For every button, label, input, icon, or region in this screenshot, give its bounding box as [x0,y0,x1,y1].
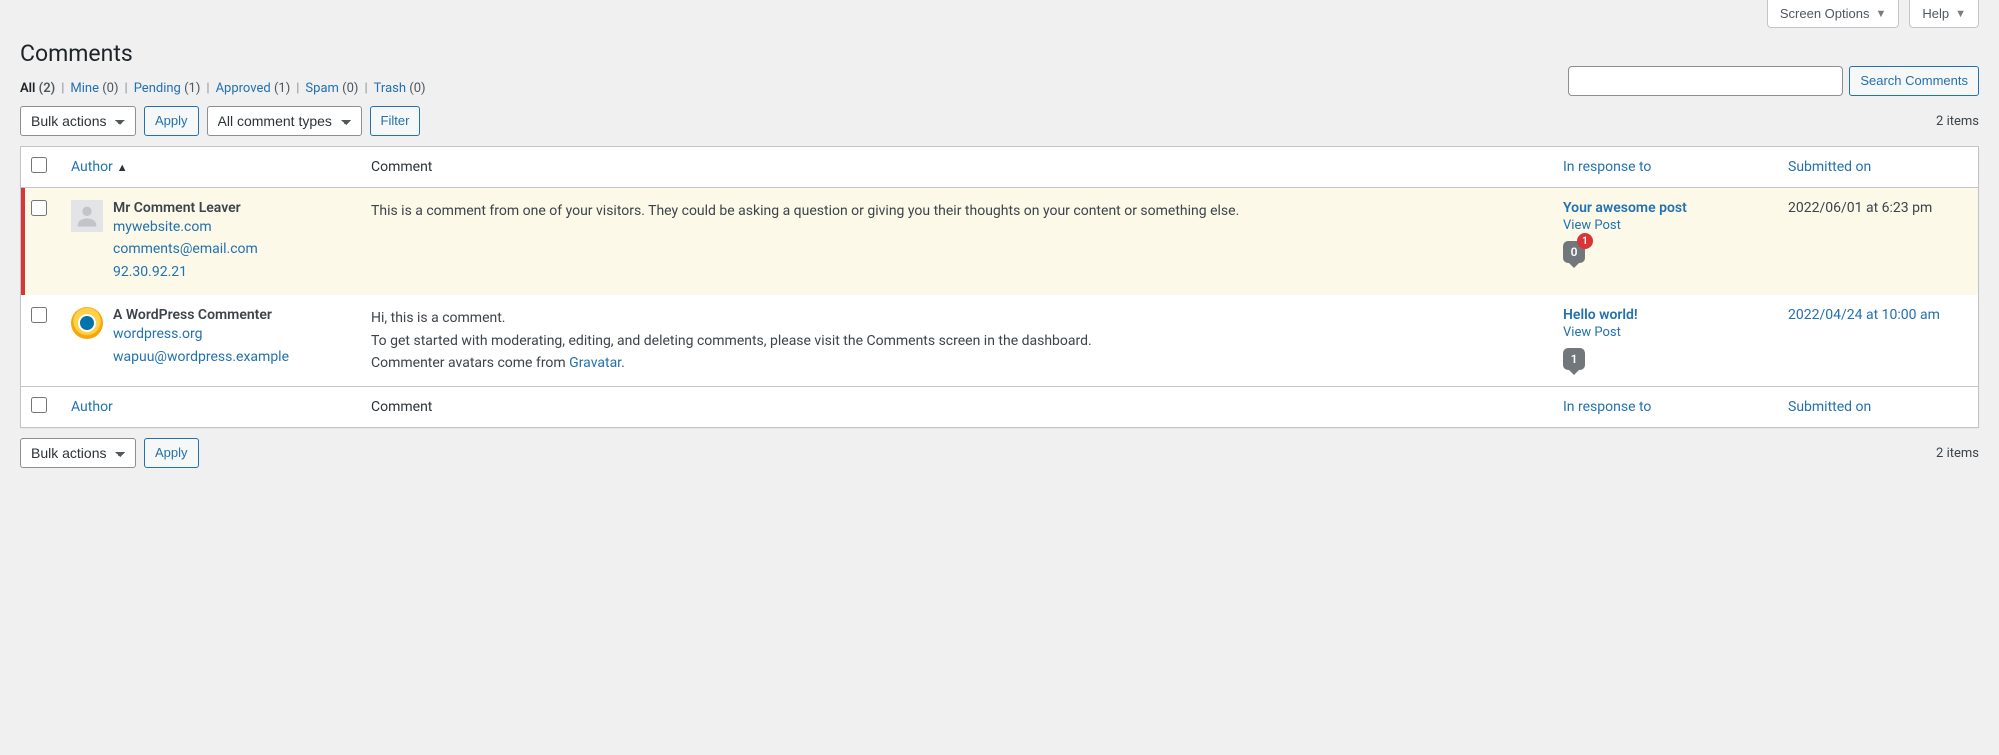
row-checkbox[interactable] [31,200,47,216]
filter-mine[interactable]: Mine [70,81,99,96]
filter-spam[interactable]: Spam [305,81,339,96]
select-all-checkbox[interactable] [31,397,47,413]
apply-button[interactable]: Apply [144,438,199,468]
filter-all[interactable]: All (2) [20,81,55,96]
chevron-down-icon: ▼ [1875,8,1886,20]
search-input[interactable] [1568,66,1843,96]
bulk-actions-select[interactable]: Bulk actions [20,438,136,468]
pending-badge: 1 [1577,233,1593,249]
col-comment: Comment [361,147,1553,188]
filter-button[interactable]: Filter [370,106,421,136]
author-email[interactable]: wapuu@wordpress.example [113,346,289,368]
comment-count-bubble[interactable]: 1 [1563,348,1585,370]
screen-options-label: Screen Options [1780,6,1870,21]
col-response[interactable]: In response to [1553,147,1778,188]
col-response[interactable]: In response to [1553,386,1778,427]
comments-table: Author▲ Comment In response to Submitted… [20,146,1979,428]
author-name: A WordPress Commenter [113,307,289,323]
row-checkbox[interactable] [31,307,47,323]
submitted-date: 2022/06/01 at 6:23 pm [1778,188,1978,295]
chevron-down-icon: ▼ [1955,8,1966,20]
view-post-link[interactable]: View Post [1563,218,1768,233]
apply-button[interactable]: Apply [144,106,199,136]
author-ip[interactable]: 92.30.92.21 [113,261,258,283]
author-url[interactable]: wordpress.org [113,323,289,345]
filter-pending[interactable]: Pending [134,81,181,96]
comment-row: A WordPress Commenter wordpress.org wapu… [21,295,1978,386]
sort-asc-icon: ▲ [117,161,128,174]
help-label: Help [1922,6,1949,21]
col-submitted[interactable]: Submitted on [1778,386,1978,427]
comment-content: Hi, this is a comment. To get started wi… [361,295,1553,386]
bulk-actions-select[interactable]: Bulk actions [20,106,136,136]
comment-row: Mr Comment Leaver mywebsite.com comments… [21,188,1978,295]
avatar [71,307,103,339]
comment-content: This is a comment from one of your visit… [361,188,1553,295]
filter-approved[interactable]: Approved [216,81,271,96]
comment-type-select[interactable]: All comment types [207,106,362,136]
col-comment: Comment [361,386,1553,427]
response-post-title[interactable]: Hello world! [1563,307,1638,323]
item-count: 2 items [1936,114,1979,129]
help-button[interactable]: Help ▼ [1909,0,1979,28]
gravatar-link[interactable]: Gravatar [569,355,621,371]
view-post-link[interactable]: View Post [1563,325,1768,340]
author-email[interactable]: comments@email.com [113,238,258,260]
screen-options-button[interactable]: Screen Options ▼ [1767,0,1900,28]
col-submitted[interactable]: Submitted on [1778,147,1978,188]
author-name: Mr Comment Leaver [113,200,258,216]
filter-trash[interactable]: Trash [374,81,406,96]
search-button[interactable]: Search Comments [1849,66,1979,96]
item-count: 2 items [1936,446,1979,461]
response-post-title[interactable]: Your awesome post [1563,200,1687,216]
author-url[interactable]: mywebsite.com [113,216,258,238]
avatar [71,200,103,232]
submitted-date[interactable]: 2022/04/24 at 10:00 am [1788,307,1940,323]
select-all-checkbox[interactable] [31,157,47,173]
col-author[interactable]: Author▲ [61,147,361,188]
col-author[interactable]: Author [61,386,361,427]
